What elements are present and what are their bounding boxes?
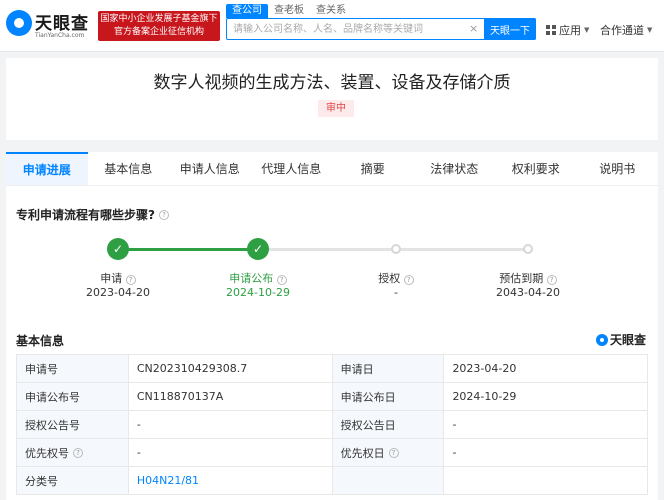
help-icon[interactable]: ? [403, 275, 414, 285]
table-value: - [443, 438, 648, 467]
step-label-grant: 授权 ? [346, 270, 446, 286]
status-badge: 审中 [318, 100, 354, 117]
search-input[interactable] [227, 19, 475, 39]
caret-down-icon: ▼ [584, 26, 590, 34]
logo-subtext: TianYanCha.com [35, 32, 85, 39]
help-icon[interactable]: ? [73, 447, 83, 458]
help-icon[interactable]: ? [546, 275, 557, 285]
nav-apps-menu[interactable]: 应用 ▼ [546, 22, 589, 38]
nav-apps-label: 应用 [559, 24, 581, 37]
tianyancha-logo[interactable]: 天眼查 TianYanCha.com [6, 8, 94, 44]
basic-info-title: 基本信息 [16, 334, 65, 348]
table-key: 授权公告日 [331, 410, 445, 439]
step-date-expiry: 2043-04-20 [496, 286, 560, 299]
step-label-apply: 申请 ? [68, 270, 168, 286]
logo-eye-icon [6, 10, 32, 36]
tab-description[interactable]: 说明书 [577, 152, 659, 185]
nav-coop-label: 合作通道 [600, 24, 644, 37]
basic-info-table: 申请号 CN202310429308.7 申请日 2023-04-20 申请公布… [16, 354, 648, 495]
brand-watermark: 天眼查 [596, 331, 646, 348]
gov-banner-line2: 官方备案企业征信机构 [113, 27, 204, 37]
table-value: CN202310429308.7 [127, 354, 333, 383]
table-key: 申请公布日 [331, 382, 445, 411]
brand-eye-icon [596, 333, 608, 346]
nav-cooperation-menu[interactable]: 合作通道 ▼ [600, 22, 652, 38]
tab-abstract[interactable]: 摘要 [332, 152, 414, 185]
help-icon[interactable]: ? [388, 447, 399, 458]
classification-link[interactable]: H04N21/81 [127, 466, 333, 495]
table-key [331, 466, 445, 495]
progress-question: 专利申请流程有哪些步骤? ? [16, 206, 169, 223]
table-key: 申请号 [16, 354, 129, 383]
tab-progress[interactable]: 申请进展 [6, 152, 88, 185]
table-row: 申请公布号 CN118870137A 申请公布日 2024-10-29 [16, 382, 648, 411]
table-value: - [127, 410, 333, 439]
progress-line-done [118, 248, 258, 251]
check-icon: ✓ [107, 238, 129, 260]
table-key: 授权公告号 [16, 410, 129, 439]
table-row: 分类号 H04N21/81 [16, 466, 648, 495]
table-value: CN118870137A [127, 382, 333, 411]
table-row: 优先权号? - 优先权日? - [16, 438, 648, 467]
top-header: 天眼查 TianYanCha.com 国家中小企业发展子基金旗下 官方备案企业征… [0, 0, 664, 52]
tab-basic-info[interactable]: 基本信息 [88, 152, 170, 185]
search-tab-relation[interactable]: 查关系 [310, 4, 352, 18]
logo-text: 天眼查 [35, 14, 89, 34]
step-label-publish: 申请公布 ? [208, 270, 308, 286]
tab-claims[interactable]: 权利要求 [495, 152, 577, 185]
tab-agent[interactable]: 代理人信息 [251, 152, 333, 185]
table-key: 分类号 [16, 466, 129, 495]
help-icon[interactable]: ? [158, 209, 169, 220]
step-date-publish: 2024-10-29 [226, 286, 290, 299]
apps-grid-icon [546, 25, 556, 35]
patent-title: 数字人视频的生成方法、装置、设备及存储介质 [153, 73, 511, 93]
progress-question-text: 专利申请流程有哪些步骤? [16, 208, 155, 222]
search-button[interactable]: 天眼一下 [484, 18, 536, 40]
gov-banner-line1: 国家中小企业发展子基金旗下 [100, 14, 218, 24]
table-value: - [443, 410, 648, 439]
table-key-with-help: 优先权号? [16, 438, 129, 467]
brand-text: 天眼查 [610, 333, 647, 347]
tab-legal-status[interactable]: 法律状态 [414, 152, 496, 185]
table-key: 申请日 [331, 354, 445, 383]
search-box: × 天眼一下 [226, 18, 536, 40]
title-card: 数字人视频的生成方法、装置、设备及存储介质 审中 [6, 58, 658, 140]
pending-dot-icon [391, 244, 401, 254]
step-label-expiry: 预估到期 ? [478, 270, 578, 286]
help-icon[interactable]: ? [125, 275, 136, 285]
caret-down-icon: ▼ [647, 26, 653, 34]
step-date-grant: - [394, 286, 398, 299]
gov-banner[interactable]: 国家中小企业发展子基金旗下 官方备案企业征信机构 [98, 11, 220, 41]
progress-steps: ✓ ✓ 申请 ? 申请公布 ? 授权 ? 预估到期 ? 2023-04-20 2… [6, 238, 658, 308]
search-tab-company[interactable]: 查公司 [226, 4, 268, 18]
clear-icon[interactable]: × [469, 22, 478, 35]
main-content: 专利申请流程有哪些步骤? ? ✓ ✓ 申请 ? 申请公布 ? 授权 ? 预估到期… [6, 186, 658, 500]
table-row: 授权公告号 - 授权公告日 - [16, 410, 648, 439]
step-date-apply: 2023-04-20 [86, 286, 150, 299]
table-value: 2023-04-20 [443, 354, 648, 383]
table-value: - [127, 438, 333, 467]
tab-applicant[interactable]: 申请人信息 [169, 152, 251, 185]
pending-dot-icon [523, 244, 533, 254]
help-icon[interactable]: ? [276, 275, 287, 285]
table-value: 2024-10-29 [443, 382, 648, 411]
table-row: 申请号 CN202310429308.7 申请日 2023-04-20 [16, 354, 648, 383]
search-tabs: 查公司 查老板 查关系 [226, 4, 352, 18]
search-tab-boss[interactable]: 查老板 [268, 4, 310, 18]
check-icon: ✓ [247, 238, 269, 260]
table-value [443, 466, 648, 495]
table-key: 申请公布号 [16, 382, 129, 411]
table-key-with-help: 优先权日? [331, 438, 445, 467]
tab-bar: 申请进展 基本信息 申请人信息 代理人信息 摘要 法律状态 权利要求 说明书 [6, 152, 658, 186]
